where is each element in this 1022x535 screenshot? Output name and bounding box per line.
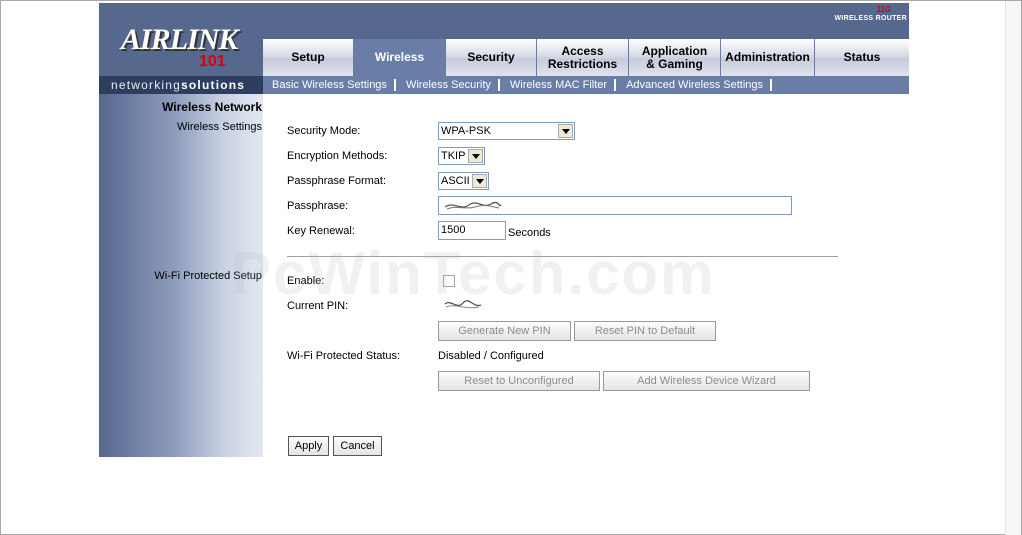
section-title: Wireless Network [162,100,262,114]
generate-new-pin-button[interactable]: Generate New PIN [438,321,571,341]
wps-enable-checkbox[interactable] [443,275,455,287]
section-divider [287,256,838,257]
current-pin-label: Current PIN: [287,300,349,312]
wps-enable-label: Enable: [287,275,325,287]
wps-status-label: Wi-Fi Protected Status: [287,350,401,362]
security-mode-select[interactable]: WPA-PSK [438,122,575,140]
left-column: Wireless Network Wireless Settings Wi-Fi… [99,94,263,457]
encryption-methods-select[interactable]: TKIP [438,147,485,165]
tab-setup[interactable]: Setup [263,39,354,76]
tab-wireless[interactable]: Wireless [354,39,446,76]
airlink-logo-sub: 101 [199,53,226,70]
main-tabs: Setup Wireless Security Access Restricti… [263,39,909,76]
sub-tabs: Basic Wireless Settings Wireless Securit… [263,76,909,94]
subtab-wireless-mac-filter[interactable]: Wireless MAC Filter [510,79,617,91]
tab-administration[interactable]: Administration [721,39,815,76]
subtab-advanced-wireless-settings[interactable]: Advanced Wireless Settings [626,79,773,91]
passphrase-label: Passphrase: [287,200,349,212]
router-header: AIRLINK 101 networkingsolutions 11G WIRE… [99,3,909,94]
security-mode-value: WPA-PSK [441,125,491,137]
subtab-basic-wireless-settings[interactable]: Basic Wireless Settings [272,79,396,91]
key-renewal-unit: Seconds [508,227,551,239]
content-panel: Security Mode: WPA-PSK Encryption Method… [263,94,909,457]
tagline-light: networking [111,78,182,92]
vertical-scrollbar[interactable] [1005,1,1021,535]
browser-page: AIRLINK 101 networkingsolutions 11G WIRE… [0,0,1022,535]
tab-access-restrictions[interactable]: Access Restrictions [537,39,629,76]
wps-status-value: Disabled / Configured [438,350,544,362]
key-renewal-label: Key Renewal: [287,225,355,237]
reset-pin-default-button[interactable]: Reset PIN to Default [574,321,716,341]
passphrase-input[interactable] [438,196,792,215]
chevron-down-icon [468,149,483,163]
tagline: networkingsolutions [99,76,263,94]
encryption-methods-label: Encryption Methods: [287,150,388,162]
chevron-down-icon [472,174,487,188]
add-wireless-device-wizard-button[interactable]: Add Wireless Device Wizard [603,371,810,391]
brand-wireless-router: WIRELESS ROUTER [834,15,907,22]
passphrase-format-select[interactable]: ASCII [438,172,489,190]
tab-security[interactable]: Security [446,39,537,76]
key-renewal-input[interactable]: 1500 [438,221,506,240]
wireless-router-badge: 11G WIRELESS ROUTER [831,5,907,29]
wireless-settings-label: Wireless Settings [177,121,262,133]
tab-status[interactable]: Status [815,39,909,76]
cancel-button[interactable]: Cancel [333,436,382,456]
brand-11g: 11G [876,5,891,14]
passphrase-format-label: Passphrase Format: [287,175,387,187]
reset-unconfigured-button[interactable]: Reset to Unconfigured [438,371,600,391]
passphrase-format-value: ASCII [441,175,470,187]
key-renewal-value: 1500 [441,224,466,236]
logo-area: AIRLINK 101 [99,3,263,76]
subtab-wireless-security[interactable]: Wireless Security [406,79,500,91]
wps-label: Wi-Fi Protected Setup [154,270,262,282]
security-mode-label: Security Mode: [287,125,361,137]
encryption-value: TKIP [441,150,466,162]
tab-application-gaming[interactable]: Application & Gaming [629,39,721,76]
header-top-band [263,3,909,39]
apply-button[interactable]: Apply [288,436,329,456]
chevron-down-icon [558,124,573,138]
airlink-logo: AIRLINK [121,23,238,56]
redacted-scribble [444,201,502,210]
redacted-pin-scribble [444,300,482,309]
tagline-bold: solutions [181,78,246,92]
